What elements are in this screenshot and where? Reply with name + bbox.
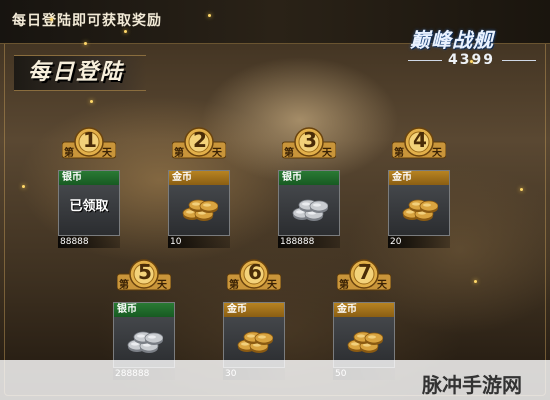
reward-card[interactable]: 银币 已领取 — [58, 170, 120, 236]
logo-divider-left — [408, 60, 442, 61]
day-prefix: 第 — [64, 148, 74, 159]
sparkle-effect — [208, 14, 211, 17]
reward-card[interactable]: 金币 — [388, 170, 450, 236]
currency-label: 金币 — [169, 171, 229, 185]
silver-coins-icon — [292, 193, 329, 223]
gold-coins-icon — [347, 325, 384, 355]
day-badge: 7第 天 — [337, 258, 391, 302]
day-prefix: 第 — [394, 148, 404, 159]
reward-amount: 188888 — [278, 236, 340, 248]
day-prefix: 第 — [284, 148, 294, 159]
day-number: 7 — [358, 260, 372, 284]
claimed-status: 已领取 — [69, 199, 109, 214]
sparkle-effect — [22, 185, 25, 188]
silver-coins-icon — [127, 325, 164, 355]
reward-card[interactable]: 金币 — [168, 170, 230, 236]
day-prefix: 第 — [119, 280, 129, 291]
day-badge: 1第 天 — [62, 126, 116, 170]
reward-card[interactable]: 金币 — [223, 302, 285, 368]
day-badge: 4第 天 — [392, 126, 446, 170]
section-title: 每日登陆 — [14, 55, 147, 91]
reward-amount: 20 — [388, 236, 450, 248]
currency-label: 银币 — [114, 303, 174, 317]
day-badge: 5第 天 — [117, 258, 171, 302]
gold-coins-icon — [182, 193, 219, 223]
day-suffix: 天 — [322, 148, 332, 159]
day-suffix: 天 — [102, 148, 112, 159]
currency-label: 金币 — [224, 303, 284, 317]
day-number: 4 — [413, 128, 427, 152]
day-number: 6 — [248, 260, 262, 284]
gold-coins-icon — [402, 193, 439, 223]
reward-card[interactable]: 银币 — [113, 302, 175, 368]
day-suffix: 天 — [157, 280, 167, 291]
sparkle-effect — [124, 30, 127, 33]
reward-card[interactable]: 银币 — [278, 170, 340, 236]
day-badge: 6第 天 — [227, 258, 281, 302]
reward-card[interactable]: 金币 — [333, 302, 395, 368]
sparkle-effect — [470, 60, 473, 63]
currency-label: 银币 — [279, 171, 339, 185]
sparkle-effect — [50, 18, 53, 21]
day-prefix: 第 — [339, 280, 349, 291]
sparkle-effect — [84, 42, 87, 45]
game-logo: 巅峰战舰 4399 — [404, 24, 544, 74]
day-number: 1 — [83, 128, 97, 152]
logo-divider-right — [502, 60, 536, 61]
logo-name: 巅峰战舰 — [410, 28, 494, 52]
watermark-text: 脉冲手游网 — [422, 373, 522, 397]
sparkle-effect — [90, 100, 93, 103]
currency-label: 金币 — [389, 171, 449, 185]
gold-coins-icon — [237, 325, 274, 355]
day-suffix: 天 — [212, 148, 222, 159]
day-number: 3 — [303, 128, 317, 152]
day-suffix: 天 — [267, 280, 277, 291]
day-badge: 3第 天 — [282, 126, 336, 170]
currency-label: 银币 — [59, 171, 119, 185]
banner-title: 每日登陆即可获取奖励 — [12, 13, 162, 29]
sparkle-effect — [474, 280, 477, 283]
day-prefix: 第 — [229, 280, 239, 291]
day-number: 5 — [138, 260, 152, 284]
day-suffix: 天 — [432, 148, 442, 159]
day-prefix: 第 — [174, 148, 184, 159]
reward-amount: 10 — [168, 236, 230, 248]
day-badge: 2第 天 — [172, 126, 226, 170]
day-suffix: 天 — [377, 280, 387, 291]
sparkle-effect — [520, 188, 523, 191]
currency-label: 金币 — [334, 303, 394, 317]
reward-amount: 88888 — [58, 236, 120, 248]
day-number: 2 — [193, 128, 207, 152]
